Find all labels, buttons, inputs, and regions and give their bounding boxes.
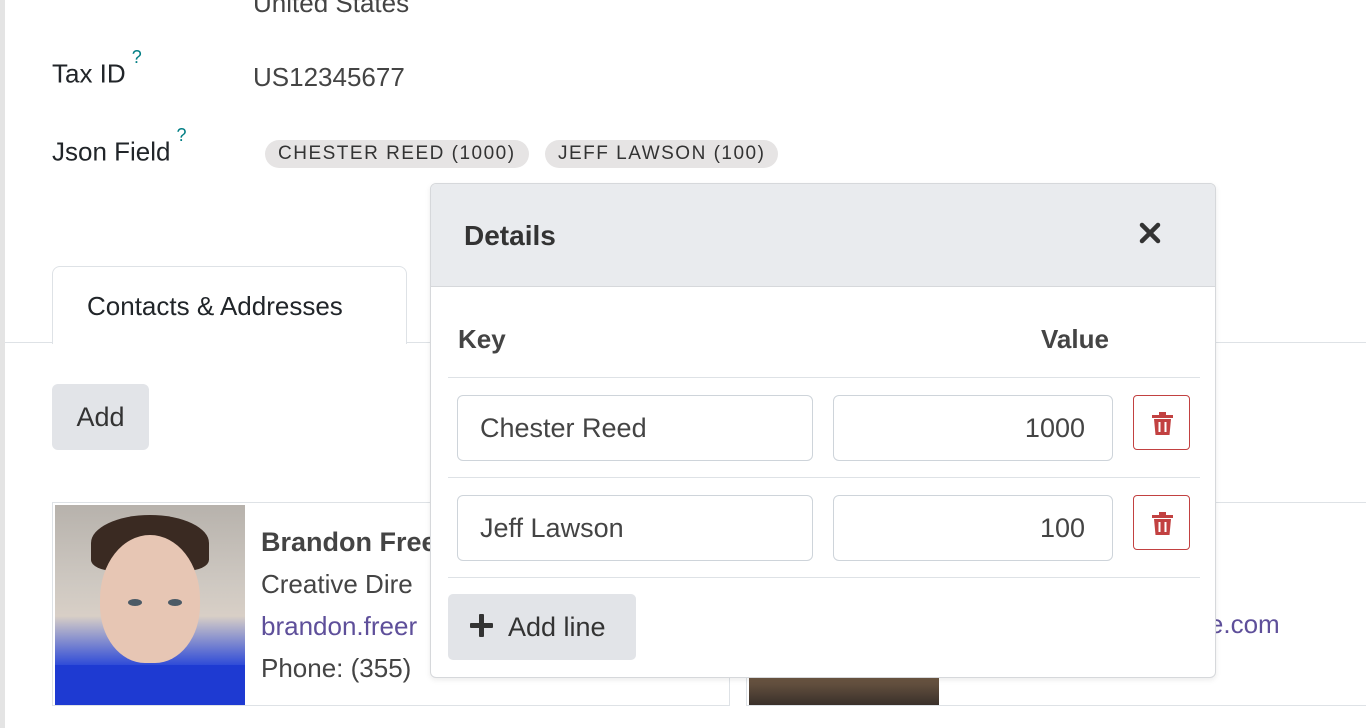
add-contact-button[interactable]: Add bbox=[52, 384, 149, 450]
contact-email-link[interactable]: brandon.freer bbox=[261, 611, 417, 642]
tab-contacts-addresses[interactable]: Contacts & Addresses bbox=[52, 266, 407, 344]
column-header-value: Value bbox=[1041, 324, 1109, 354]
tax-id-label: Tax ID? bbox=[52, 47, 142, 90]
country-value: United States bbox=[253, 0, 410, 18]
popover-title: Details bbox=[464, 220, 556, 251]
trash-icon bbox=[1152, 512, 1173, 535]
close-icon-glyph bbox=[1139, 222, 1161, 244]
add-line-button[interactable]: Add line bbox=[448, 594, 636, 660]
page: United States Tax ID? US12345677 Json Fi… bbox=[0, 0, 1366, 728]
details-popover: Details Key Value Chester Reed 1000 Jeff… bbox=[430, 183, 1216, 678]
json-tag[interactable]: CHESTER REED (1000) bbox=[265, 140, 529, 168]
row-divider bbox=[448, 377, 1200, 378]
value-input[interactable] bbox=[833, 495, 1113, 561]
value-input[interactable] bbox=[833, 395, 1113, 461]
json-field-label: Json Field? bbox=[52, 125, 187, 168]
avatar-eye bbox=[168, 599, 182, 606]
trash-icon bbox=[1152, 412, 1173, 435]
tax-id-value[interactable]: US12345677 bbox=[253, 62, 405, 93]
tax-id-help-icon[interactable]: ? bbox=[132, 47, 142, 67]
avatar bbox=[55, 505, 245, 705]
avatar-eye bbox=[128, 599, 142, 606]
contact-role: Creative Dire bbox=[261, 569, 413, 599]
json-field-label-text: Json Field bbox=[52, 136, 171, 167]
avatar-shirt bbox=[55, 665, 245, 705]
row-divider bbox=[448, 477, 1200, 478]
close-icon[interactable] bbox=[1137, 220, 1163, 246]
popover-header: Details bbox=[431, 184, 1215, 287]
key-input[interactable] bbox=[457, 395, 813, 461]
column-header-key: Key bbox=[458, 324, 506, 354]
key-input[interactable] bbox=[457, 495, 813, 561]
delete-row-button[interactable] bbox=[1133, 395, 1190, 450]
row-divider bbox=[448, 577, 1200, 578]
contact-name: Brandon Free bbox=[261, 527, 437, 557]
json-field-help-icon[interactable]: ? bbox=[177, 125, 187, 145]
plus-icon bbox=[470, 614, 493, 637]
avatar-face bbox=[100, 535, 200, 663]
left-border bbox=[0, 0, 5, 728]
contact-phone: Phone: (355) bbox=[261, 653, 412, 683]
tax-id-label-text: Tax ID bbox=[52, 58, 126, 89]
json-tag[interactable]: JEFF LAWSON (100) bbox=[545, 140, 779, 168]
delete-row-button[interactable] bbox=[1133, 495, 1190, 550]
add-line-label: Add line bbox=[508, 611, 606, 642]
